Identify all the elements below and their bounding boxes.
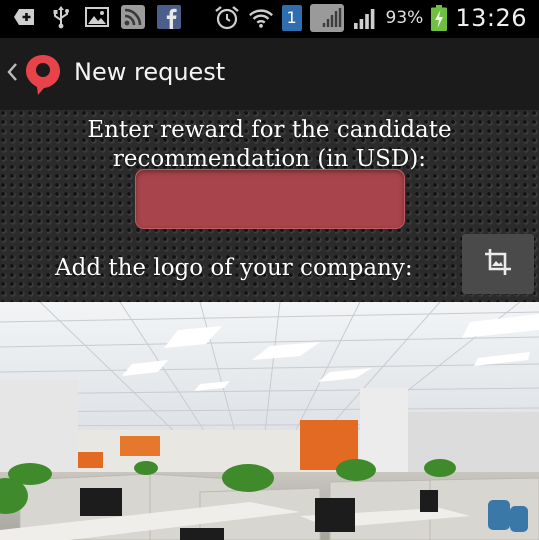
logo-label: Add the logo of your company:	[55, 255, 413, 281]
clock: 13:26	[455, 4, 527, 32]
image-icon	[84, 4, 110, 30]
crop-icon	[483, 247, 513, 281]
app-logo-icon[interactable]	[22, 52, 64, 102]
battery-percentage: 93%	[385, 8, 424, 28]
back-chevron-icon[interactable]	[6, 62, 18, 86]
status-bar-system: 1 93% 13:26	[214, 4, 527, 32]
action-bar: New request	[0, 38, 539, 111]
gallery-icon	[309, 4, 344, 32]
rss-icon	[120, 4, 146, 30]
request-form: Enter reward for the candidate recommend…	[0, 110, 539, 302]
status-bar-notifications	[12, 4, 182, 30]
reward-label: Enter reward for the candidate recommend…	[0, 116, 539, 174]
add-logo-button[interactable]	[462, 234, 534, 294]
battery-charging-icon	[431, 5, 448, 31]
facebook-icon	[156, 4, 182, 30]
reward-label-text: Enter reward for the candidate recommend…	[87, 117, 452, 172]
alarm-icon	[214, 5, 240, 31]
add-notification-icon	[12, 4, 38, 30]
reward-amount-input[interactable]	[135, 169, 405, 229]
wifi-icon	[248, 5, 274, 31]
signal-icon	[352, 5, 378, 31]
sim-badge-icon: 1	[281, 5, 302, 31]
status-bar: 1 93% 13:26	[0, 0, 539, 38]
usb-icon	[48, 4, 74, 30]
office-interior-image	[0, 302, 539, 540]
page-title: New request	[74, 58, 226, 86]
